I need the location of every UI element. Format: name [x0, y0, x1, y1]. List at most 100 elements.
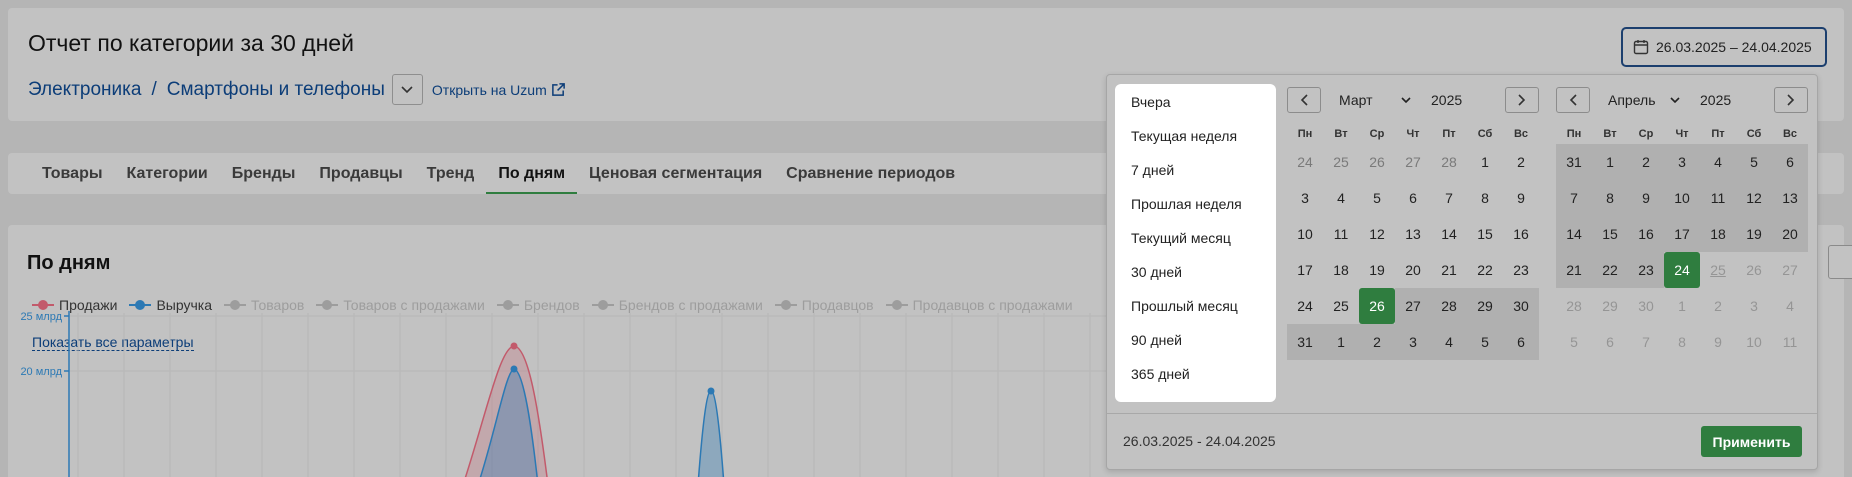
day-cell[interactable]: 13 [1772, 180, 1808, 216]
day-cell[interactable]: 24 [1287, 144, 1323, 180]
day-cell[interactable]: 29 [1592, 288, 1628, 324]
day-cell[interactable]: 8 [1664, 324, 1700, 360]
day-cell[interactable]: 1 [1467, 144, 1503, 180]
month-select-right[interactable]: Апрель [1608, 92, 1680, 108]
day-cell[interactable]: 22 [1467, 252, 1503, 288]
day-cell[interactable]: 13 [1395, 216, 1431, 252]
day-cell[interactable]: 2 [1628, 144, 1664, 180]
prev-month-button[interactable] [1287, 87, 1321, 113]
day-cell[interactable]: 30 [1503, 288, 1539, 324]
day-cell[interactable]: 2 [1359, 324, 1395, 360]
day-cell[interactable]: 25 [1323, 288, 1359, 324]
tab-4[interactable]: Тренд [415, 153, 487, 194]
day-cell[interactable]: 16 [1503, 216, 1539, 252]
day-cell[interactable]: 8 [1592, 180, 1628, 216]
day-cell[interactable]: 16 [1628, 216, 1664, 252]
day-cell[interactable]: 26 [1736, 252, 1772, 288]
day-cell[interactable]: 5 [1359, 180, 1395, 216]
day-cell[interactable]: 17 [1287, 252, 1323, 288]
year-left[interactable]: 2025 [1431, 92, 1505, 108]
day-cell[interactable]: 23 [1628, 252, 1664, 288]
preset-4[interactable]: Текущий месяц [1115, 221, 1276, 255]
day-cell[interactable]: 10 [1736, 324, 1772, 360]
category-dropdown-button[interactable] [391, 74, 423, 105]
day-cell[interactable]: 3 [1395, 324, 1431, 360]
day-cell[interactable]: 5 [1556, 324, 1592, 360]
day-cell[interactable]: 30 [1628, 288, 1664, 324]
day-cell[interactable]: 11 [1700, 180, 1736, 216]
day-cell[interactable]: 22 [1592, 252, 1628, 288]
day-cell[interactable]: 20 [1772, 216, 1808, 252]
day-cell[interactable]: 12 [1359, 216, 1395, 252]
day-cell[interactable]: 11 [1772, 324, 1808, 360]
day-cell[interactable]: 4 [1772, 288, 1808, 324]
preset-1[interactable]: Текущая неделя [1115, 119, 1276, 153]
next-month-button-left[interactable] [1505, 87, 1539, 113]
day-cell[interactable]: 14 [1431, 216, 1467, 252]
day-cell[interactable]: 20 [1395, 252, 1431, 288]
day-cell[interactable]: 24 [1287, 288, 1323, 324]
month-select-left[interactable]: Март [1339, 92, 1411, 108]
day-cell[interactable]: 6 [1772, 144, 1808, 180]
day-cell[interactable]: 27 [1395, 288, 1431, 324]
day-cell[interactable]: 9 [1503, 180, 1539, 216]
day-cell[interactable]: 9 [1628, 180, 1664, 216]
day-cell[interactable]: 27 [1395, 144, 1431, 180]
day-cell[interactable]: 31 [1556, 144, 1592, 180]
tab-2[interactable]: Бренды [220, 153, 308, 194]
tab-3[interactable]: Продавцы [307, 153, 414, 194]
day-cell[interactable]: 10 [1664, 180, 1700, 216]
day-cell[interactable]: 4 [1431, 324, 1467, 360]
open-on-uzum-link[interactable]: Открыть на Uzum [432, 82, 566, 98]
day-cell[interactable]: 9 [1700, 324, 1736, 360]
tab-1[interactable]: Категории [115, 153, 220, 194]
day-cell[interactable]: 6 [1395, 180, 1431, 216]
day-cell[interactable]: 3 [1287, 180, 1323, 216]
day-cell[interactable]: 12 [1736, 180, 1772, 216]
day-cell[interactable]: 3 [1664, 144, 1700, 180]
day-cell[interactable]: 10 [1287, 216, 1323, 252]
day-cell[interactable]: 4 [1700, 144, 1736, 180]
day-cell[interactable]: 4 [1323, 180, 1359, 216]
day-cell[interactable]: 18 [1700, 216, 1736, 252]
day-cell[interactable]: 1 [1323, 324, 1359, 360]
preset-3[interactable]: Прошлая неделя [1115, 187, 1276, 221]
day-cell[interactable]: 21 [1556, 252, 1592, 288]
next-month-button[interactable] [1774, 87, 1808, 113]
chart-options-button[interactable] [1828, 245, 1852, 279]
prev-month-button-right[interactable] [1556, 87, 1590, 113]
day-cell[interactable]: 6 [1503, 324, 1539, 360]
day-cell[interactable]: 29 [1467, 288, 1503, 324]
day-cell[interactable]: 19 [1736, 216, 1772, 252]
day-cell[interactable]: 7 [1431, 180, 1467, 216]
day-cell[interactable]: 24 [1664, 252, 1700, 288]
day-cell[interactable]: 8 [1467, 180, 1503, 216]
date-range-input[interactable]: 26.03.2025 – 24.04.2025 [1621, 27, 1827, 67]
breadcrumb-electronics[interactable]: Электроника [28, 79, 141, 101]
day-cell[interactable]: 6 [1592, 324, 1628, 360]
day-cell[interactable]: 28 [1431, 144, 1467, 180]
apply-button[interactable]: Применить [1701, 426, 1802, 457]
preset-6[interactable]: Прошлый месяц [1115, 289, 1276, 323]
day-cell[interactable]: 1 [1592, 144, 1628, 180]
day-cell[interactable]: 5 [1467, 324, 1503, 360]
day-cell[interactable]: 5 [1736, 144, 1772, 180]
day-cell[interactable]: 11 [1323, 216, 1359, 252]
preset-8[interactable]: 365 дней [1115, 357, 1276, 391]
preset-0[interactable]: Вчера [1115, 85, 1276, 119]
day-cell[interactable]: 7 [1556, 180, 1592, 216]
day-cell[interactable]: 1 [1664, 288, 1700, 324]
day-cell[interactable]: 28 [1556, 288, 1592, 324]
preset-5[interactable]: 30 дней [1115, 255, 1276, 289]
day-cell[interactable]: 28 [1431, 288, 1467, 324]
preset-7[interactable]: 90 дней [1115, 323, 1276, 357]
tab-6[interactable]: Ценовая сегментация [577, 153, 774, 194]
year-right[interactable]: 2025 [1700, 92, 1774, 108]
tab-7[interactable]: Сравнение периодов [774, 153, 967, 194]
tab-0[interactable]: Товары [30, 153, 115, 194]
day-cell[interactable]: 2 [1700, 288, 1736, 324]
day-cell[interactable]: 27 [1772, 252, 1808, 288]
day-cell[interactable]: 25 [1700, 252, 1736, 288]
day-cell[interactable]: 26 [1359, 144, 1395, 180]
day-cell[interactable]: 14 [1556, 216, 1592, 252]
